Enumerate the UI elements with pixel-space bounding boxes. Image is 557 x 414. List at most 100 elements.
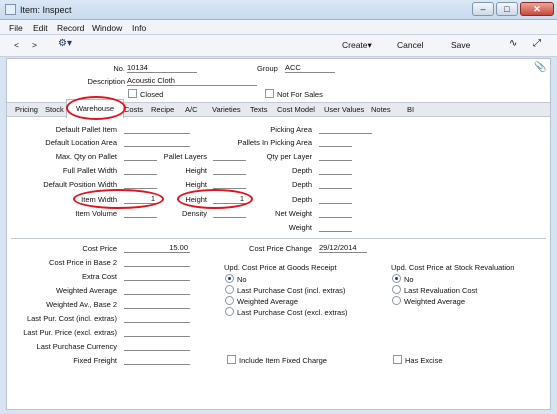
include-item-fixed-charge-label: Include Item Fixed Charge bbox=[239, 356, 327, 365]
menu-edit[interactable]: Edit bbox=[33, 23, 48, 33]
chart-icon[interactable]: ∿ bbox=[509, 38, 517, 49]
default-location-area-field[interactable] bbox=[124, 137, 190, 147]
description-field[interactable]: Acoustic Cloth bbox=[127, 76, 257, 86]
section-divider bbox=[11, 238, 546, 239]
last-purchase-currency-field[interactable] bbox=[124, 341, 190, 351]
last-pur-cost-incl-field[interactable] bbox=[124, 313, 190, 323]
cost-price-change-field[interactable]: 29/12/2014 bbox=[319, 243, 367, 253]
tab-texts[interactable]: Texts bbox=[250, 105, 268, 114]
save-button[interactable]: Save bbox=[451, 40, 470, 50]
previous-record-button[interactable]: < bbox=[14, 40, 19, 50]
include-item-fixed-charge-checkbox[interactable] bbox=[227, 355, 236, 364]
highlight-oval-item-width bbox=[73, 189, 164, 209]
weighted-average-label: Weighted Average bbox=[55, 286, 117, 295]
default-position-depth-field[interactable] bbox=[319, 179, 352, 189]
has-excise-label: Has Excise bbox=[405, 356, 443, 365]
tab-costs[interactable]: Costs bbox=[124, 105, 143, 114]
not-for-sales-label: Not For Sales bbox=[277, 90, 323, 99]
next-record-button[interactable]: > bbox=[32, 40, 37, 50]
default-position-width-field[interactable] bbox=[124, 179, 157, 189]
minimize-button[interactable]: – bbox=[472, 2, 494, 16]
cost-price-change-label: Cost Price Change bbox=[249, 244, 312, 253]
pallets-in-picking-area-field[interactable] bbox=[319, 137, 352, 147]
weighted-average-field[interactable] bbox=[124, 285, 190, 295]
item-volume-label: Item Volume bbox=[75, 209, 117, 218]
tab-user-values[interactable]: User Values bbox=[324, 105, 364, 114]
description-label: Description bbox=[87, 77, 125, 86]
tab-varieties[interactable]: Varieties bbox=[212, 105, 241, 114]
sr-radio-weighted-average[interactable] bbox=[392, 296, 401, 305]
pallets-in-picking-area-label: Pallets In Picking Area bbox=[237, 138, 312, 147]
cost-price-base2-label: Cost Price in Base 2 bbox=[49, 258, 117, 267]
cost-price-field[interactable]: 15.00 bbox=[124, 243, 190, 253]
net-weight-label: Net Weight bbox=[275, 209, 312, 218]
default-pallet-item-field[interactable] bbox=[124, 124, 190, 134]
gr-radio-last-purchase-incl[interactable] bbox=[225, 285, 234, 294]
full-pallet-width-field[interactable] bbox=[124, 165, 157, 175]
attachment-icon[interactable]: 📎 bbox=[534, 62, 546, 73]
full-pallet-width-label: Full Pallet Width bbox=[62, 166, 117, 175]
menu-file[interactable]: File bbox=[9, 23, 23, 33]
full-pallet-depth-field[interactable] bbox=[319, 165, 352, 175]
weighted-av-base2-field[interactable] bbox=[124, 299, 190, 309]
menu-info[interactable]: Info bbox=[132, 23, 146, 33]
group-field[interactable]: ACC bbox=[285, 63, 335, 73]
sr-radio-last-revaluation[interactable] bbox=[392, 285, 401, 294]
close-button[interactable]: ✕ bbox=[520, 2, 554, 16]
net-weight-field[interactable] bbox=[319, 208, 352, 218]
tab-ac[interactable]: A/C bbox=[185, 105, 198, 114]
weight-label: Weight bbox=[288, 223, 312, 232]
default-position-depth-label: Depth bbox=[291, 180, 312, 189]
title-bar: Item: Inspect – □ ✕ bbox=[0, 0, 557, 20]
sr-label-last-revaluation: Last Revaluation Cost bbox=[404, 286, 478, 295]
item-volume-field[interactable] bbox=[124, 208, 157, 218]
default-position-width-label: Default Position Width bbox=[43, 180, 117, 189]
closed-checkbox[interactable] bbox=[128, 89, 137, 98]
tab-cost-model[interactable]: Cost Model bbox=[277, 105, 315, 114]
gr-label-weighted-average: Weighted Average bbox=[237, 297, 299, 306]
maximize-button[interactable]: □ bbox=[496, 2, 518, 16]
gr-radio-no[interactable] bbox=[225, 274, 234, 283]
cost-price-base2-field[interactable] bbox=[124, 257, 190, 267]
weight-field[interactable] bbox=[319, 222, 352, 232]
create-button[interactable]: Create▾ bbox=[342, 40, 372, 51]
no-field[interactable]: 10134 bbox=[127, 63, 197, 73]
pallet-layers-label: Pallet Layers bbox=[163, 152, 207, 161]
toolbar: < > ⚙▾ Create▾ Cancel Save ∿ ⤢ bbox=[0, 35, 557, 57]
extra-cost-field[interactable] bbox=[124, 271, 190, 281]
tab-notes[interactable]: Notes bbox=[371, 105, 391, 114]
item-depth-field[interactable] bbox=[319, 194, 352, 204]
qty-per-layer-field[interactable] bbox=[319, 151, 352, 161]
gr-radio-last-purchase-excl[interactable] bbox=[225, 307, 234, 316]
group-label: Group bbox=[257, 64, 278, 73]
picking-area-label: Picking Area bbox=[270, 125, 312, 134]
picking-area-field[interactable] bbox=[319, 124, 372, 134]
tab-bi[interactable]: BI bbox=[407, 105, 414, 114]
max-qty-on-pallet-field[interactable] bbox=[124, 151, 157, 161]
menu-window[interactable]: Window bbox=[92, 23, 122, 33]
gr-label-last-purchase-incl: Last Purchase Cost (incl. extras) bbox=[237, 286, 346, 295]
sr-label-no: No bbox=[404, 275, 414, 284]
menu-record[interactable]: Record bbox=[57, 23, 84, 33]
sr-label-weighted-average: Weighted Average bbox=[404, 297, 466, 306]
gear-icon[interactable]: ⚙▾ bbox=[58, 38, 72, 49]
gr-label-no: No bbox=[237, 275, 247, 284]
tab-recipe[interactable]: Recipe bbox=[151, 105, 174, 114]
expand-icon[interactable]: ⤢ bbox=[533, 38, 541, 49]
last-pur-price-excl-field[interactable] bbox=[124, 327, 190, 337]
cost-price-label: Cost Price bbox=[82, 244, 117, 253]
density-label: Density bbox=[181, 209, 207, 218]
has-excise-checkbox[interactable] bbox=[393, 355, 402, 364]
closed-label: Closed bbox=[140, 90, 164, 99]
record-panel: No. 10134 Group ACC Description Acoustic… bbox=[6, 58, 551, 410]
gr-radio-weighted-average[interactable] bbox=[225, 296, 234, 305]
tab-pricing[interactable]: Pricing bbox=[15, 105, 38, 114]
tab-stock[interactable]: Stock bbox=[45, 105, 64, 114]
full-pallet-height-label: Height bbox=[185, 166, 207, 175]
cancel-button[interactable]: Cancel bbox=[397, 40, 423, 50]
fixed-freight-field[interactable] bbox=[124, 355, 190, 365]
not-for-sales-checkbox[interactable] bbox=[265, 89, 274, 98]
app-icon bbox=[5, 4, 16, 15]
sr-radio-no[interactable] bbox=[392, 274, 401, 283]
last-pur-price-excl-label: Last Pur. Price (excl. extras) bbox=[23, 328, 117, 337]
